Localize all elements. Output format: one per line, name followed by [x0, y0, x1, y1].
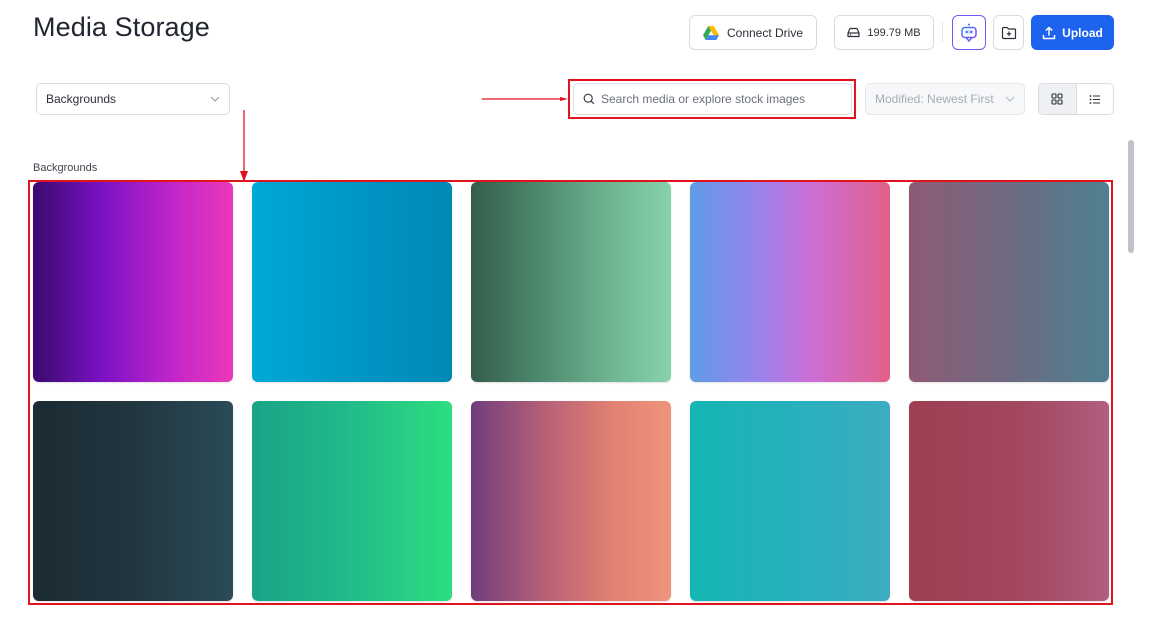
search-icon — [583, 93, 595, 105]
upload-button[interactable]: Upload — [1031, 15, 1114, 50]
media-tile[interactable] — [690, 182, 890, 382]
sort-select-value: Modified: Newest First — [875, 92, 994, 106]
search-field[interactable] — [573, 83, 852, 115]
annotation-arrow-down — [240, 110, 248, 182]
storage-usage-button[interactable]: 199.79 MB — [834, 15, 934, 50]
upload-label: Upload — [1062, 25, 1103, 40]
ai-assistant-button[interactable] — [952, 15, 986, 50]
media-tile[interactable] — [252, 182, 452, 382]
grid-icon — [1051, 93, 1063, 105]
hard-drive-icon — [847, 27, 860, 38]
page-title: Media Storage — [33, 12, 210, 42]
section-heading: Backgrounds — [33, 162, 98, 174]
new-folder-button[interactable] — [993, 15, 1024, 50]
media-tile[interactable] — [33, 401, 233, 601]
folder-plus-icon — [1001, 26, 1016, 39]
media-grid — [33, 182, 1109, 601]
media-tile[interactable] — [471, 182, 671, 382]
media-tile[interactable] — [471, 401, 671, 601]
media-tile[interactable] — [33, 182, 233, 382]
list-icon — [1089, 94, 1100, 104]
category-select-value: Backgrounds — [46, 92, 117, 106]
search-input[interactable] — [601, 92, 841, 106]
category-select[interactable]: Backgrounds — [36, 83, 230, 115]
chevron-down-icon — [210, 96, 220, 102]
view-mode-toggle — [1038, 83, 1114, 115]
sort-select[interactable]: Modified: Newest First — [865, 83, 1025, 115]
chevron-down-icon — [1005, 96, 1015, 102]
google-drive-icon — [702, 25, 719, 40]
connect-drive-label: Connect Drive — [726, 25, 804, 40]
annotation-arrow-right — [482, 97, 568, 101]
robot-icon — [961, 23, 977, 42]
upload-icon — [1042, 26, 1056, 39]
media-tile[interactable] — [909, 401, 1109, 601]
media-tile[interactable] — [690, 401, 890, 601]
scrollbar-thumb[interactable] — [1128, 140, 1134, 253]
grid-view-button[interactable] — [1039, 84, 1077, 114]
storage-used-value: 199.79 MB — [867, 26, 921, 39]
media-tile[interactable] — [252, 401, 452, 601]
media-tile[interactable] — [909, 182, 1109, 382]
connect-drive-button[interactable]: Connect Drive — [689, 15, 817, 50]
list-view-button[interactable] — [1077, 84, 1114, 114]
divider — [942, 22, 943, 42]
